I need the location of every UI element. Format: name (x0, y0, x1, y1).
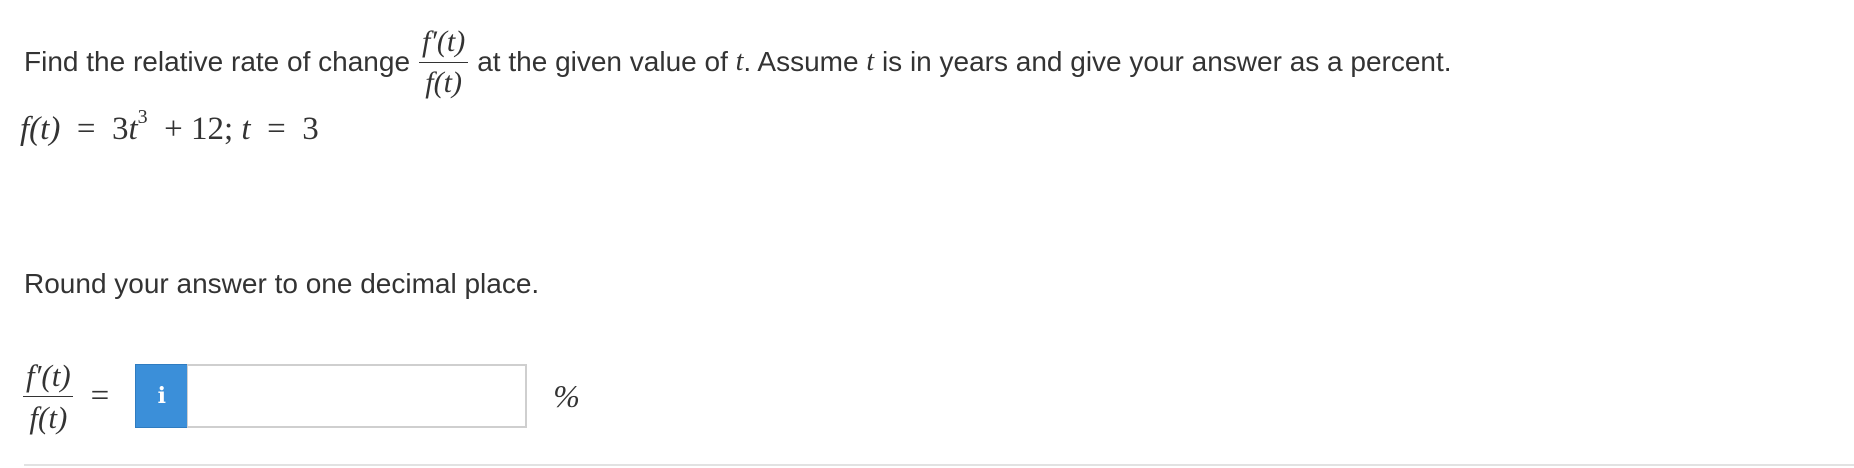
fraction-denominator: f(t) (419, 61, 468, 98)
function-lhs: f(t) (20, 111, 61, 147)
relative-rate-fraction: f′(t) f(t) (416, 24, 471, 98)
answer-fraction-denominator: f(t) (23, 395, 74, 433)
function-exponent: 3 (137, 106, 148, 128)
variable-t-2: t (866, 46, 875, 77)
answer-fraction: f′(t) f(t) (20, 360, 77, 433)
divider (24, 464, 1854, 466)
function-definition: f(t) = 3t3 + 12; t = 3 (20, 106, 319, 148)
t-value: 3 (302, 111, 319, 147)
function-coefficient: 3 (111, 111, 129, 147)
function-equals: = (76, 111, 96, 147)
question-text-mid: . Assume (743, 46, 859, 77)
question-text-pre: at the given value of (477, 46, 728, 77)
t-equals: = (267, 111, 286, 147)
question-prompt: Find the relative rate of change f′(t) f… (24, 20, 1452, 104)
answer-row: f′(t) f(t) = i % (20, 352, 580, 440)
question-text-post: is in years and give your answer as a pe… (881, 46, 1452, 77)
answer-fraction-numerator: f′(t) (26, 357, 71, 393)
fraction-numerator: f′(t) (422, 24, 466, 58)
function-variable: t (128, 111, 138, 147)
answer-input[interactable] (187, 364, 528, 428)
variable-t: t (735, 46, 744, 77)
answer-equals: = (90, 377, 110, 414)
round-instruction: Round your answer to one decimal place. (24, 268, 540, 299)
question-intro: Find the relative rate of change (24, 46, 411, 77)
percent-unit: % (553, 377, 580, 414)
t-variable: t (241, 111, 251, 147)
info-icon[interactable]: i (135, 364, 188, 428)
function-rest: + 12; (164, 111, 234, 147)
